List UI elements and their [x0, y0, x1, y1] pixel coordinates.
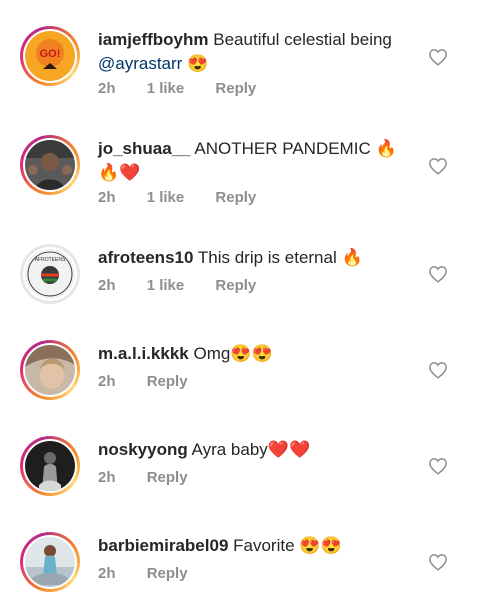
reply-button[interactable]: Reply: [215, 189, 256, 206]
comment-body: ANOTHER PANDEMIC: [194, 139, 371, 158]
heart-icon[interactable]: [428, 265, 448, 283]
heart-icon[interactable]: [428, 48, 448, 66]
avatar[interactable]: [20, 532, 80, 592]
comment-username[interactable]: noskyyong: [98, 440, 188, 459]
avatar-image: [25, 537, 75, 587]
avatar[interactable]: [20, 340, 80, 400]
avatar-image: [25, 140, 75, 190]
reply-button[interactable]: Reply: [147, 469, 188, 486]
emoji: 🔥: [375, 139, 397, 158]
comment-text: iamjeffboyhm Beautiful celestial being @…: [98, 28, 408, 76]
likes-count[interactable]: 1 like: [147, 189, 185, 206]
emoji: 🔥: [341, 248, 363, 267]
comment-body: Ayra baby❤️❤️: [191, 440, 311, 459]
comment-meta: 2h Reply: [98, 565, 215, 582]
comment-time[interactable]: 2h: [98, 80, 116, 97]
avatar-image: [25, 345, 75, 395]
avatar[interactable]: AFROTEENS: [20, 244, 80, 304]
comment-username[interactable]: iamjeffboyhm: [98, 30, 209, 49]
comment-meta: 2h 1 like Reply: [98, 277, 283, 294]
avatar[interactable]: [20, 135, 80, 195]
comment-meta: 2h 1 like Reply: [98, 80, 283, 97]
avatar[interactable]: [20, 436, 80, 496]
comment-time[interactable]: 2h: [98, 373, 116, 390]
heart-icon[interactable]: [428, 457, 448, 475]
comment-time[interactable]: 2h: [98, 189, 116, 206]
comment-time[interactable]: 2h: [98, 277, 116, 294]
mention-link[interactable]: @ayrastarr: [98, 54, 182, 73]
heart-icon[interactable]: [428, 553, 448, 571]
avatar-image: GO!: [25, 31, 75, 81]
comment-username[interactable]: m.a.l.i.kkkk: [98, 344, 189, 363]
comment-meta: 2h Reply: [98, 469, 215, 486]
comment-username[interactable]: afroteens10: [98, 248, 193, 267]
svg-text:GO!: GO!: [40, 48, 61, 60]
comment-body: Beautiful celestial being: [213, 30, 392, 49]
likes-count[interactable]: 1 like: [147, 80, 185, 97]
comment-text: noskyyong Ayra baby❤️❤️: [98, 438, 408, 462]
comment-username[interactable]: barbiemirabel09: [98, 536, 228, 555]
comment-text: barbiemirabel09 Favorite 😍😍: [98, 534, 408, 558]
avatar-image: AFROTEENS: [25, 249, 75, 299]
comment-meta: 2h 1 like Reply: [98, 189, 283, 206]
comment-meta: 2h Reply: [98, 373, 215, 390]
svg-text:AFROTEENS: AFROTEENS: [35, 257, 66, 263]
comment-body: Favorite 😍😍: [233, 536, 342, 555]
likes-count[interactable]: 1 like: [147, 277, 185, 294]
comment-time[interactable]: 2h: [98, 469, 116, 486]
comment-text: jo_shuaa__ ANOTHER PANDEMIC 🔥 🔥❤️: [98, 137, 408, 185]
reply-button[interactable]: Reply: [147, 373, 188, 390]
reply-button[interactable]: Reply: [215, 277, 256, 294]
comment-text: m.a.l.i.kkkk Omg😍😍: [98, 342, 408, 366]
comment-body: Omg😍😍: [193, 344, 273, 363]
heart-icon[interactable]: [428, 361, 448, 379]
reply-button[interactable]: Reply: [215, 80, 256, 97]
avatar-image: [25, 441, 75, 491]
heart-icon[interactable]: [428, 157, 448, 175]
comment-username[interactable]: jo_shuaa__: [98, 139, 191, 158]
emoji: 😍: [187, 54, 209, 73]
comment-time[interactable]: 2h: [98, 565, 116, 582]
avatar[interactable]: GO!: [20, 26, 80, 86]
emoji: 🔥❤️: [98, 163, 141, 182]
comment-body: This drip is eternal: [197, 248, 337, 267]
comment-text: afroteens10 This drip is eternal 🔥: [98, 246, 408, 270]
reply-button[interactable]: Reply: [147, 565, 188, 582]
